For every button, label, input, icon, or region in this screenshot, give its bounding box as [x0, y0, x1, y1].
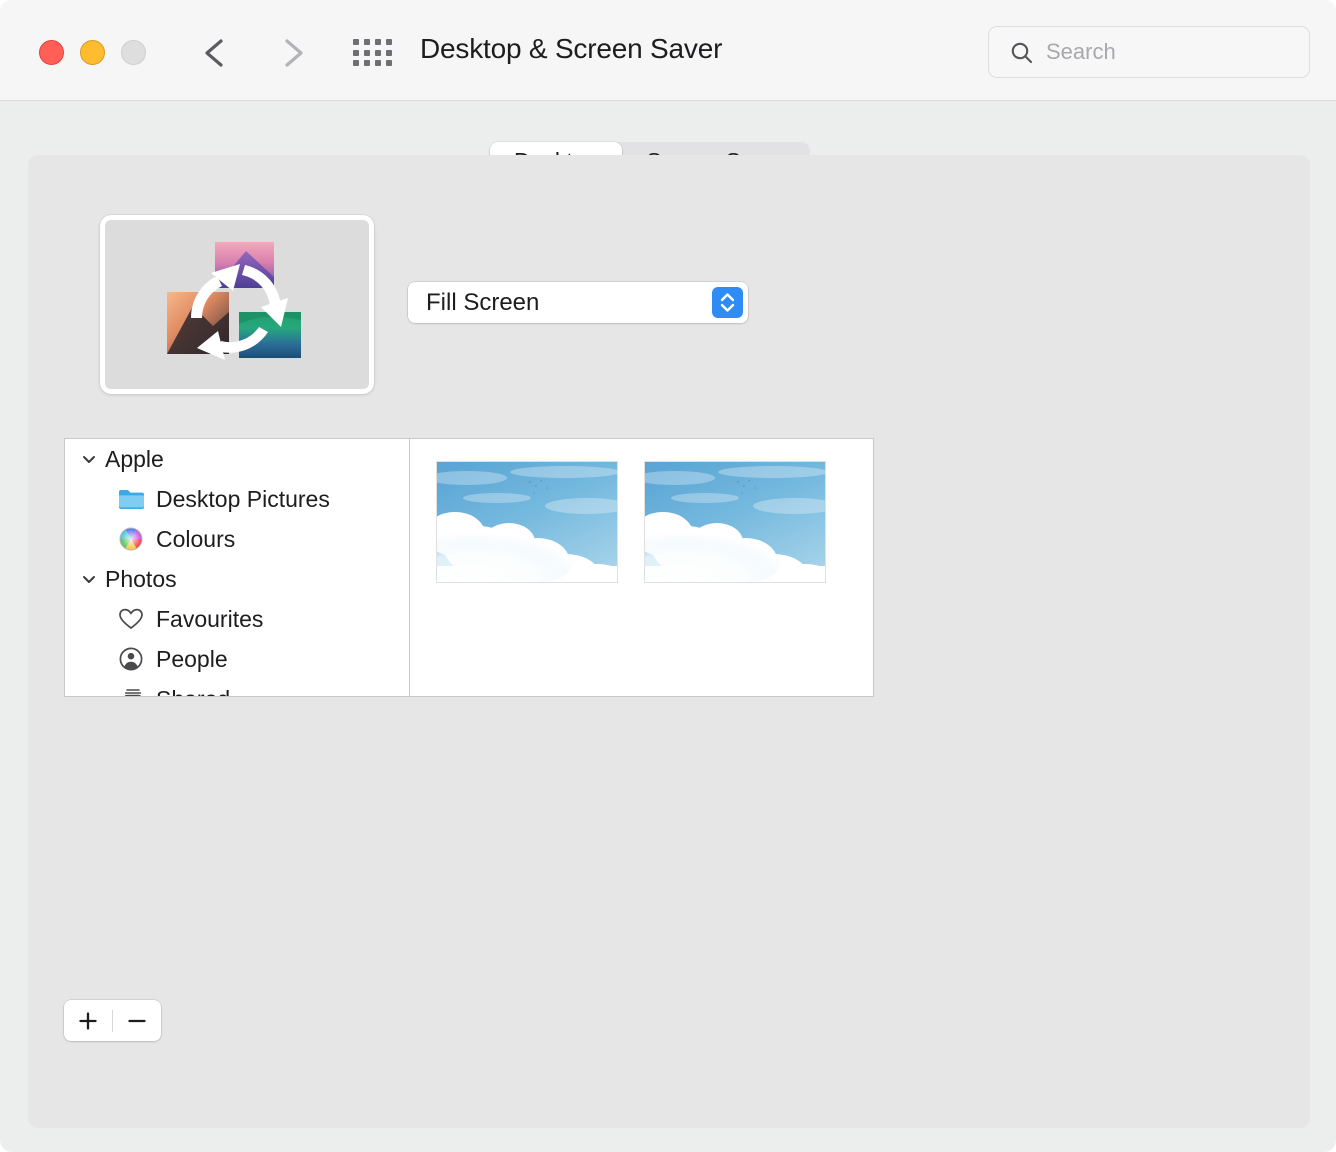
search-input[interactable] — [1046, 27, 1296, 77]
color-wheel-icon — [117, 525, 145, 553]
window-titlebar: Desktop & Screen Saver — [0, 0, 1336, 101]
tree-item-shared[interactable]: Shared — [65, 679, 409, 696]
tree-item-label: People — [156, 645, 228, 672]
wallpaper-grid — [409, 438, 874, 697]
tree-group-label: Photos — [105, 565, 177, 592]
minus-icon — [128, 1019, 146, 1022]
clouds-wallpaper-image — [437, 462, 617, 582]
tree-item-people[interactable]: People — [65, 639, 409, 679]
fill-mode-value: Fill Screen — [426, 289, 540, 316]
chevron-down-icon[interactable] — [77, 567, 101, 591]
fill-mode-chevron-updown-icon[interactable] — [712, 287, 743, 318]
plus-icon — [79, 1011, 97, 1030]
tree-item-label: Desktop Pictures — [156, 485, 330, 512]
heart-icon — [117, 605, 145, 633]
tree-item-label: Shared — [156, 687, 230, 696]
folder-icon — [117, 485, 145, 513]
desktop-preview-thumbnail[interactable] — [100, 215, 374, 394]
clouds-wallpaper-image — [645, 462, 825, 582]
show-all-grid-icon[interactable] — [352, 38, 394, 68]
add-remove-folder-control — [64, 1000, 161, 1041]
tree-item-desktop-pictures[interactable]: Desktop Pictures — [65, 479, 409, 519]
remove-folder-button[interactable] — [113, 1000, 161, 1041]
search-icon — [1009, 40, 1035, 71]
forward-button[interactable] — [272, 32, 312, 74]
tree-group-apple[interactable]: Apple — [65, 439, 409, 479]
search-field[interactable] — [988, 26, 1310, 78]
minimize-window-button[interactable] — [80, 40, 105, 65]
source-browser: Apple Desktop Pictures Colours Photos Fa… — [64, 438, 1274, 698]
page-title: Desktop & Screen Saver — [420, 33, 723, 64]
source-tree: Apple Desktop Pictures Colours Photos Fa… — [64, 438, 409, 697]
preferences-window: Desktop & Screen Saver Desktop Screen Sa… — [0, 0, 1336, 1152]
tree-group-label: Apple — [105, 445, 164, 472]
back-button[interactable] — [196, 32, 236, 74]
wallpaper-thumbnail[interactable] — [436, 461, 618, 583]
tree-group-photos[interactable]: Photos — [65, 559, 409, 599]
tree-item-label: Colours — [156, 525, 236, 552]
desktop-settings-panel: Fill Screen Apple Desktop Pictures Colou… — [28, 155, 1310, 1128]
chevron-down-icon[interactable] — [77, 447, 101, 471]
close-window-button[interactable] — [39, 40, 64, 65]
tree-item-colours[interactable]: Colours — [65, 519, 409, 559]
tree-item-favourites[interactable]: Favourites — [65, 599, 409, 639]
rotating-wallpapers-icon — [167, 242, 301, 360]
shared-album-icon — [117, 685, 145, 696]
tree-item-label: Favourites — [156, 605, 264, 632]
person-circle-icon — [117, 645, 145, 673]
maximize-window-button[interactable] — [121, 40, 146, 65]
wallpaper-thumbnail[interactable] — [644, 461, 826, 583]
add-folder-button[interactable] — [64, 1000, 112, 1041]
fill-mode-popup-button[interactable]: Fill Screen — [408, 282, 748, 323]
